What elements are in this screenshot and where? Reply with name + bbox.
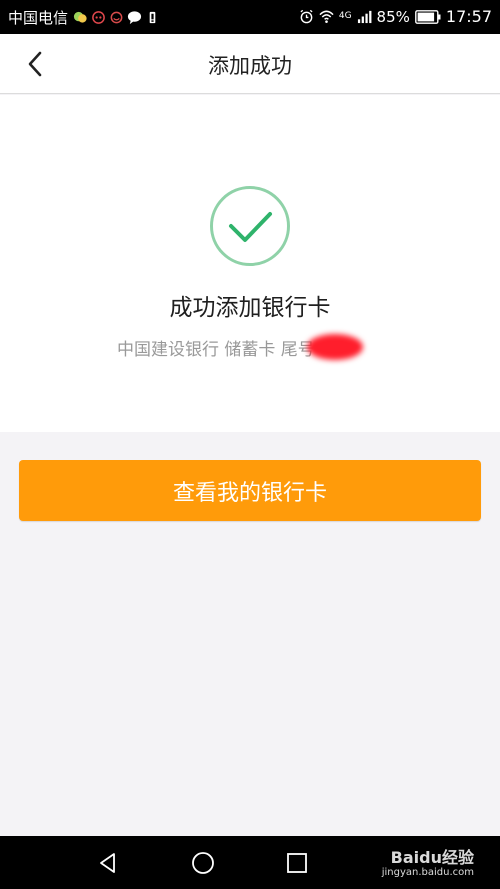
wifi-icon [319,10,334,23]
system-nav-bar: Baidu经验 jingyan.baidu.com [0,836,500,889]
watermark-brand: Baidu经验 [390,848,474,867]
success-title: 成功添加银行卡 [169,295,331,321]
system-home-button[interactable] [190,850,216,876]
signal-icon [357,10,371,24]
status-bar: 中国电信 4G 85% 17:57 [0,0,500,34]
recent-square-icon [287,853,307,873]
card-info: 中国建设银行 储蓄卡 尾号 [117,334,363,360]
view-my-cards-button[interactable]: 查看我的银行卡 [19,460,481,521]
home-circle-icon [192,852,214,874]
message-icon [127,11,142,25]
back-triangle-icon [100,853,115,873]
redaction-mark [306,334,363,360]
card-info-text: 中国建设银行 储蓄卡 尾号 [117,339,315,360]
carrier-label: 中国电信 [8,9,69,27]
network-type-label: 4G [338,11,352,21]
status-bar-right: 4G 85% 17:57 [299,7,492,26]
battery-icon [414,9,441,24]
weather-icon [110,11,123,24]
result-panel: 成功添加银行卡 中国建设银行 储蓄卡 尾号 [0,95,500,432]
checkmark-circle-icon [210,186,290,266]
nav-bar: 添加成功 [0,34,500,94]
system-back-button[interactable] [95,850,121,876]
wechat-icon [73,11,87,23]
status-bar-left: 中国电信 [8,7,160,28]
watermark-url: jingyan.baidu.com [381,867,474,878]
system-recent-button[interactable] [284,850,310,876]
battery-saver-icon [149,11,156,24]
alarm-icon [300,9,313,24]
battery-percent: 85% [376,7,410,26]
page-title: 添加成功 [208,54,292,78]
weibo-icon [92,11,105,24]
clock: 17:57 [445,7,492,26]
